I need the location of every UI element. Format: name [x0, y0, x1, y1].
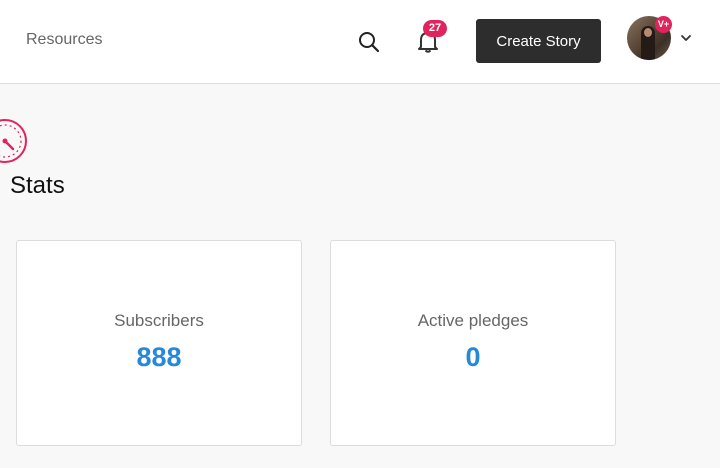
- speedometer-icon: [0, 119, 27, 163]
- account-menu[interactable]: V+: [627, 16, 699, 64]
- chevron-down-icon: [681, 35, 691, 41]
- page-title: Stats: [10, 172, 65, 199]
- stat-label: Subscribers: [114, 311, 204, 330]
- top-navigation-bar: Resources 27 Create Story V+: [0, 0, 720, 84]
- active-pledges-card: Active pledges 0: [330, 240, 616, 446]
- stat-value: 888: [136, 342, 182, 372]
- create-story-button[interactable]: Create Story: [476, 19, 601, 63]
- notification-count-badge: 27: [423, 20, 447, 37]
- stat-label: Active pledges: [417, 311, 529, 330]
- stat-value: 0: [465, 342, 481, 372]
- search-icon: [359, 32, 380, 53]
- membership-badge: V+: [655, 16, 672, 33]
- avatar-photo-face: [644, 28, 652, 37]
- search-button[interactable]: [357, 30, 381, 54]
- subscribers-card: Subscribers 888: [16, 240, 302, 446]
- resources-link[interactable]: Resources: [26, 31, 102, 49]
